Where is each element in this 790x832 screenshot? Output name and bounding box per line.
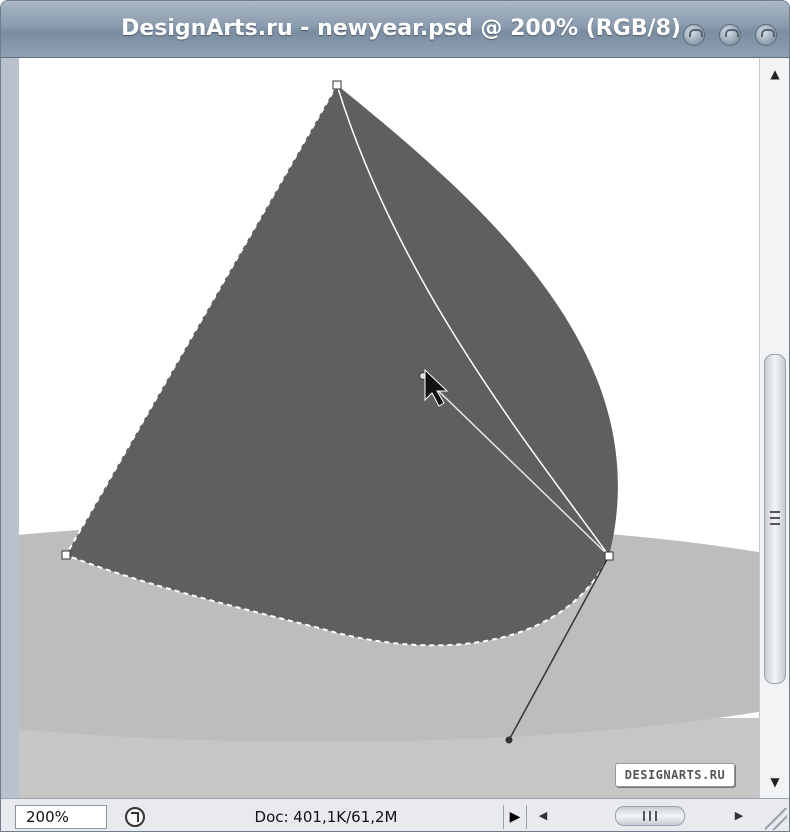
grip-icon [643, 811, 657, 821]
minimize-icon[interactable] [682, 24, 705, 46]
scroll-right-icon[interactable]: ▶ [729, 799, 749, 831]
anchor-point-top[interactable] [332, 80, 342, 90]
document-window: DesignArts.ru - newyear.psd @ 200% (RGB/… [0, 0, 790, 832]
vertical-scroll-thumb[interactable] [764, 354, 786, 684]
watermark-logo: DESIGNARTS.RU [615, 763, 735, 787]
scroll-down-icon[interactable]: ▼ [760, 770, 789, 794]
status-menu-arrow-icon[interactable]: ▶ [503, 805, 527, 829]
horizontal-scroll-thumb[interactable] [615, 806, 685, 826]
title-bar[interactable]: DesignArts.ru - newyear.psd @ 200% (RGB/… [1, 1, 789, 58]
document-canvas[interactable] [19, 58, 759, 798]
resize-grip-icon[interactable] [765, 808, 787, 830]
window-title: DesignArts.ru - newyear.psd @ 200% (RGB/… [121, 16, 681, 41]
zoom-level-field[interactable]: 200% [15, 805, 107, 829]
vertical-scrollbar[interactable]: ▲ ▼ [759, 58, 789, 798]
anchor-point-left[interactable] [61, 550, 71, 560]
cone-shape [66, 85, 618, 646]
artwork-svg [19, 80, 759, 798]
horizontal-scrollbar[interactable]: ◀ ▶ [529, 799, 761, 831]
scroll-left-icon[interactable]: ◀ [533, 799, 553, 831]
window-controls [674, 24, 777, 48]
scroll-up-icon[interactable]: ▲ [760, 62, 789, 86]
status-bar: 200% Doc: 401,1K/61,2M ▶ ◀ ▶ [1, 798, 789, 831]
maximize-icon[interactable] [718, 24, 741, 46]
grip-icon [770, 511, 780, 525]
close-icon[interactable] [755, 24, 777, 46]
doc-size-info: Doc: 401,1K/61,2M [254, 808, 398, 826]
status-info-icon[interactable] [125, 807, 145, 827]
anchor-point-right[interactable] [604, 551, 614, 561]
handle-point-bottom[interactable] [505, 736, 513, 744]
